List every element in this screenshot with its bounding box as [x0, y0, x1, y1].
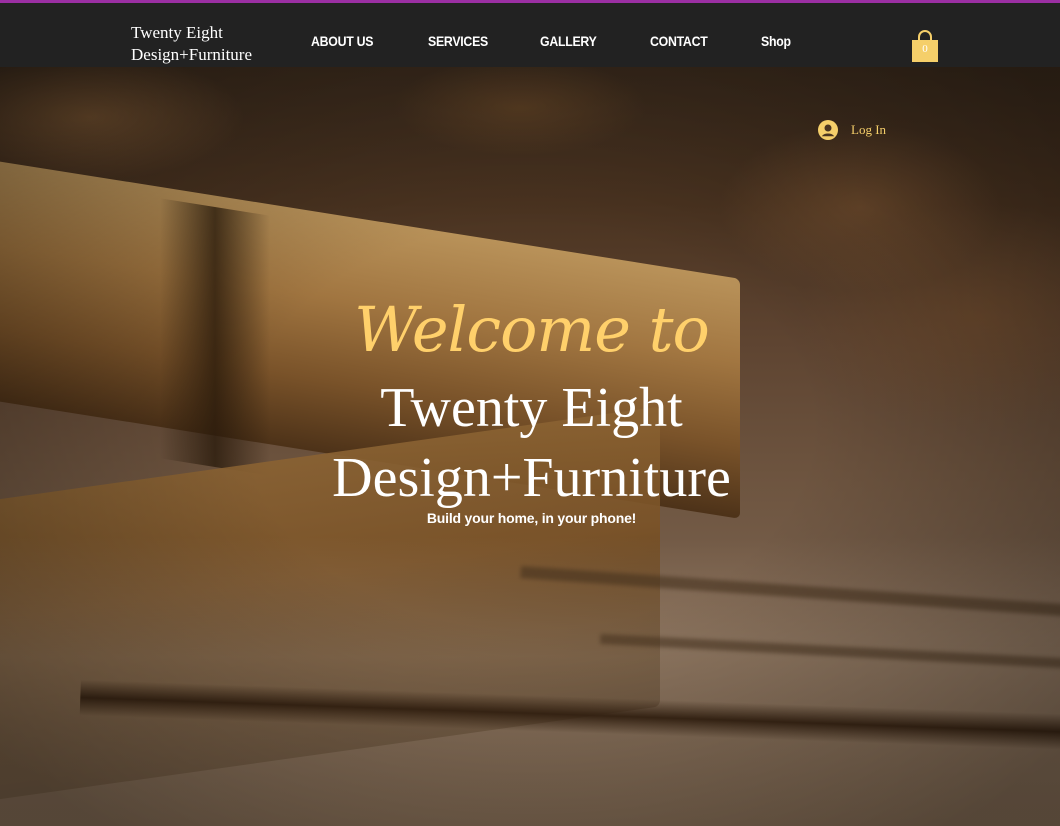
- cart-count: 0: [922, 43, 928, 55]
- hero-tagline: Build your home, in your phone!: [426, 510, 637, 526]
- site-logo[interactable]: Twenty Eight Design+Furniture: [131, 22, 252, 66]
- nav-item-services[interactable]: SERVICES: [428, 33, 488, 49]
- nav-item-shop[interactable]: Shop: [761, 33, 791, 49]
- hero-welcome-heading: Welcome to: [354, 293, 710, 366]
- login-button[interactable]: Log In: [818, 120, 886, 140]
- nav-item-contact[interactable]: CONTACT: [650, 33, 708, 49]
- site-header: Twenty Eight Design+Furniture ABOUT US S…: [0, 3, 1060, 67]
- cart-button[interactable]: 0: [911, 30, 939, 63]
- hero-title-line-2: Design+Furniture: [332, 447, 731, 509]
- logo-line-1: Twenty Eight: [131, 23, 223, 42]
- login-label: Log In: [851, 122, 887, 137]
- hero-title-line-1: Twenty Eight: [380, 377, 683, 439]
- logo-line-2: Design+Furniture: [131, 45, 253, 64]
- nav-item-gallery[interactable]: GALLERY: [540, 33, 597, 49]
- main-nav: ABOUT US SERVICES GALLERY CONTACT Shop: [311, 33, 795, 49]
- nav-item-about-us[interactable]: ABOUT US: [311, 33, 373, 49]
- user-avatar-icon: [818, 120, 838, 140]
